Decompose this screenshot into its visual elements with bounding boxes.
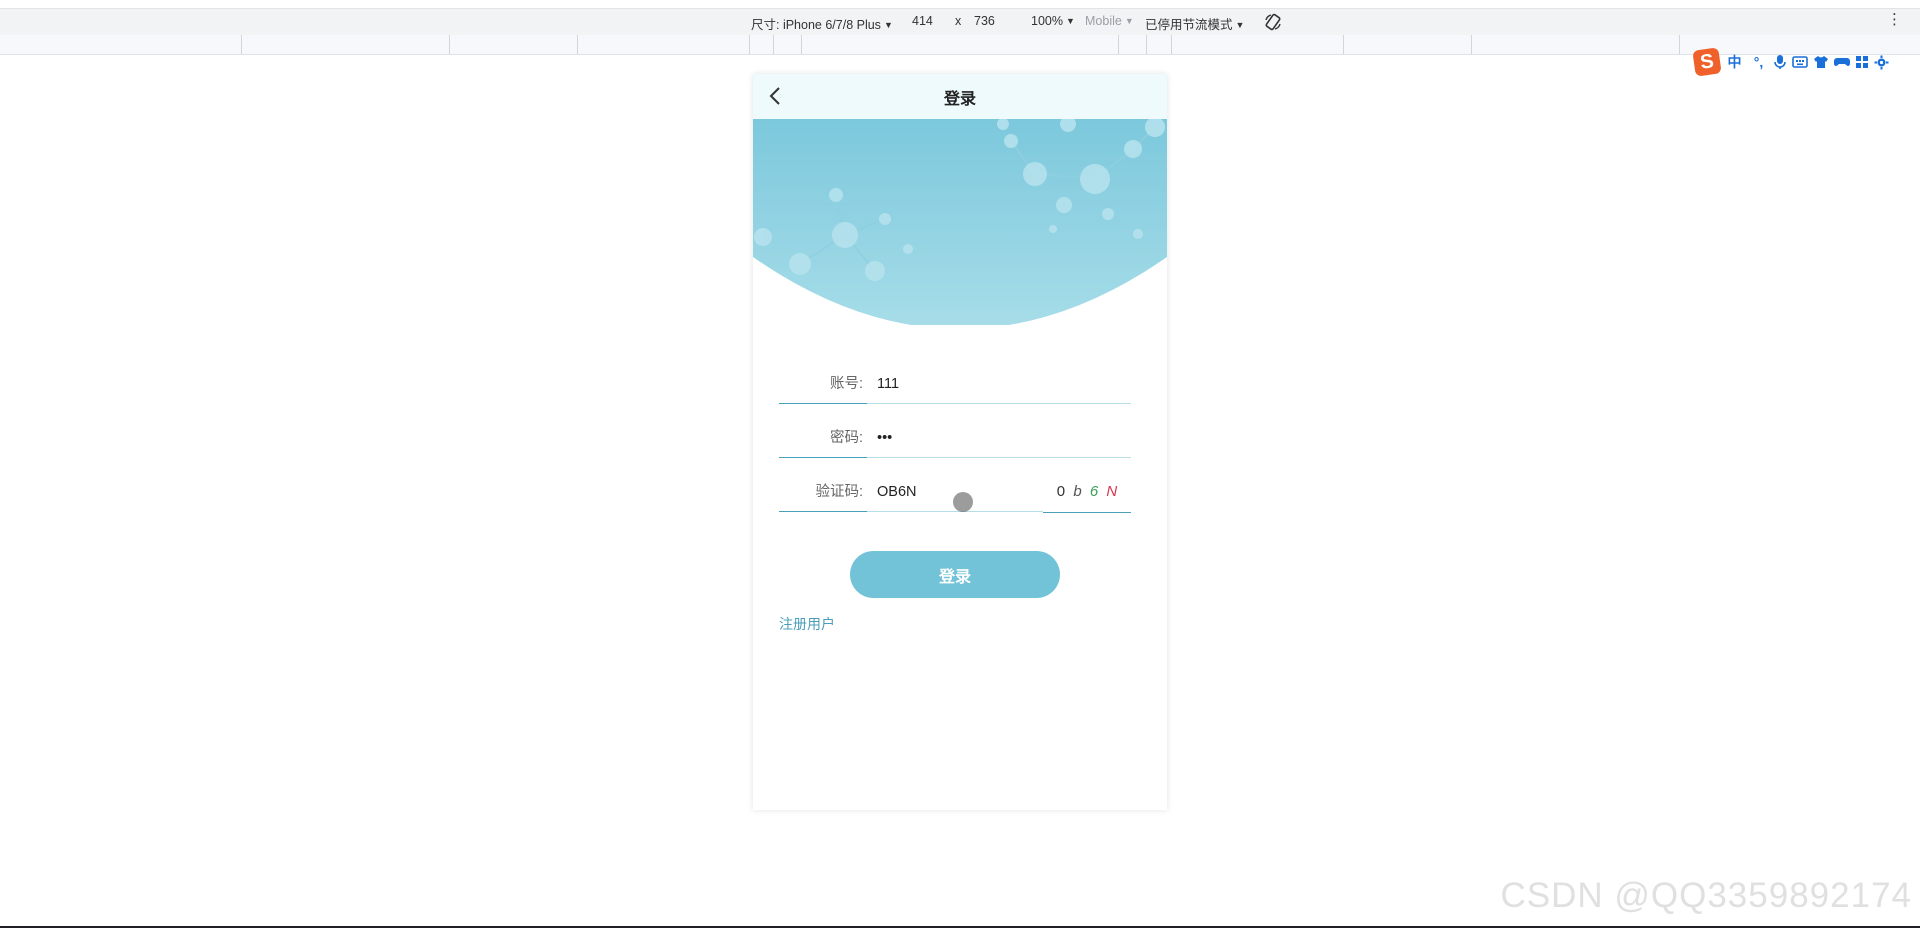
phone-viewport: 登录 账号: 111 密码: ••• 验证码: OB6N 0 b 6 N 登录 …: [753, 74, 1167, 810]
password-label: 密码:: [779, 418, 867, 458]
account-input[interactable]: 111: [867, 364, 1131, 404]
mobile-select[interactable]: Mobile ▼: [1085, 14, 1134, 28]
caret-down-icon: ▼: [883, 20, 893, 30]
keyboard-icon[interactable]: [1792, 55, 1808, 69]
captcha-label: 验证码:: [779, 472, 867, 512]
nav-header: 登录: [753, 74, 1167, 119]
page-title: 登录: [943, 90, 976, 108]
microphone-icon[interactable]: [1773, 54, 1787, 70]
watermark: CSDN @QQ3359892174: [1500, 876, 1912, 915]
captcha-char: N: [1106, 483, 1118, 500]
sogou-logo-icon[interactable]: S: [1692, 47, 1722, 77]
toolbox-grid-icon[interactable]: [1855, 55, 1869, 69]
zoom-label: 100%: [1031, 14, 1063, 28]
device-toolbar: 尺寸: iPhone 6/7/8 Plus ▼ 414 x 736 100% ▼ M…: [0, 8, 1920, 36]
settings-gear-icon[interactable]: [1874, 55, 1889, 70]
login-button[interactable]: 登录: [850, 551, 1060, 598]
chinese-mode-icon[interactable]: 中: [1725, 52, 1744, 72]
device-label: 尺寸: iPhone 6/7/8 Plus: [751, 18, 881, 32]
device-select[interactable]: 尺寸: iPhone 6/7/8 Plus ▼: [751, 14, 893, 33]
captcha-char: 6: [1089, 483, 1099, 500]
times-label: x: [955, 14, 962, 28]
caret-down-icon: ▼: [1065, 16, 1075, 26]
width-input[interactable]: 414: [912, 14, 933, 28]
account-row: 账号: 111: [779, 364, 1131, 418]
captcha-image[interactable]: 0 b 6 N: [1043, 472, 1131, 513]
account-label: 账号:: [779, 364, 867, 404]
gamepad-icon[interactable]: [1834, 55, 1850, 69]
mobile-label: Mobile: [1085, 14, 1122, 28]
back-arrow-icon[interactable]: [765, 85, 787, 107]
zoom-select[interactable]: 100% ▼: [1031, 14, 1075, 28]
password-row: 密码: •••: [779, 418, 1131, 472]
molecule-banner: [753, 119, 1167, 325]
media-query-ruler: [0, 35, 1920, 55]
height-input[interactable]: 736: [974, 14, 995, 28]
punctuation-icon[interactable]: °,: [1749, 54, 1768, 70]
skin-shirt-icon[interactable]: [1813, 55, 1829, 69]
caret-down-icon: ▼: [1235, 20, 1245, 30]
ime-toolbar: S 中 °,: [1692, 47, 1889, 77]
touch-cursor: [953, 492, 973, 512]
captcha-char: 0: [1056, 483, 1066, 500]
caret-down-icon: ▼: [1124, 16, 1134, 26]
rotate-icon[interactable]: [1263, 12, 1283, 32]
throttle-select[interactable]: 已停用节流模式 ▼: [1145, 14, 1244, 33]
password-input[interactable]: •••: [867, 418, 1131, 458]
register-link[interactable]: 注册用户: [779, 614, 835, 634]
more-menu-icon[interactable]: ⋮: [1887, 12, 1902, 27]
throttle-label: 已停用节流模式: [1145, 18, 1233, 32]
captcha-char: b: [1073, 483, 1082, 500]
